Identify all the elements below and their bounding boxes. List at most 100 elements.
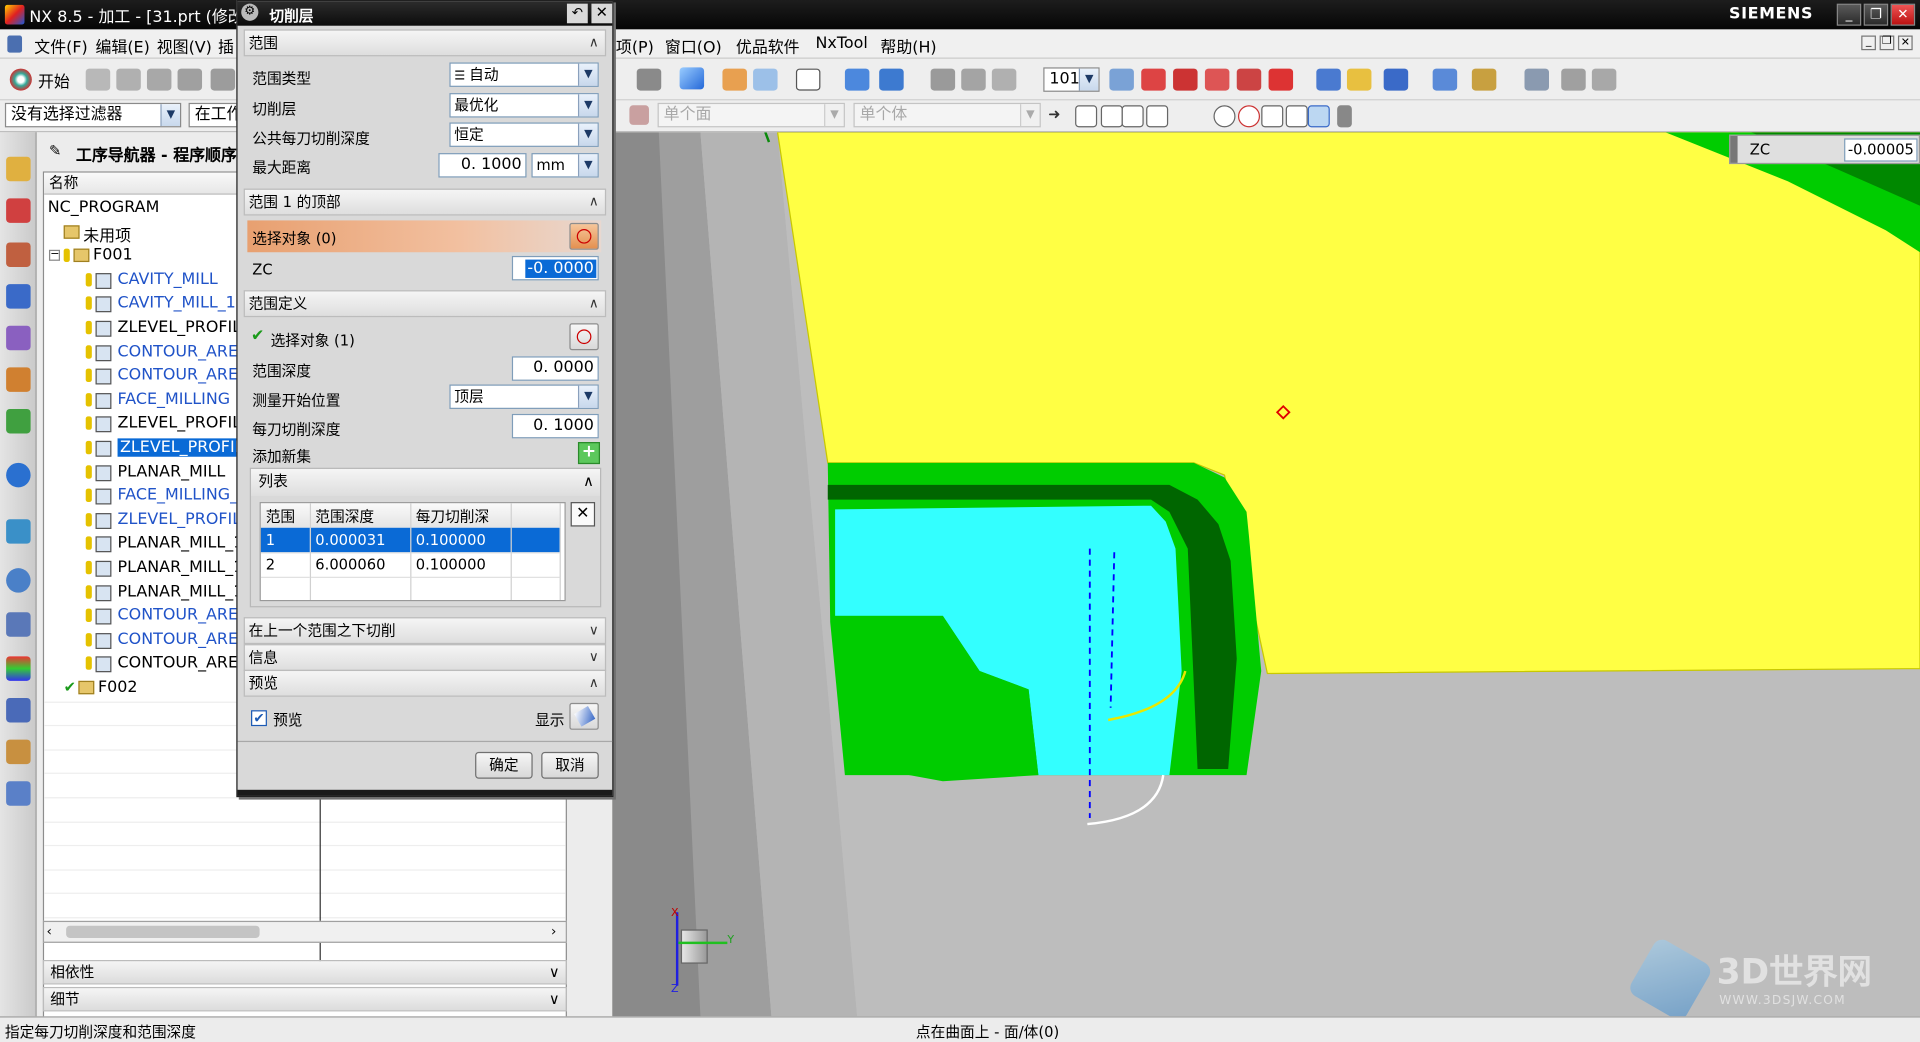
menu-options[interactable]: 项(P) xyxy=(616,34,654,57)
cube-view-icon[interactable] xyxy=(679,67,705,90)
paint-icon[interactable] xyxy=(722,68,747,91)
snap-midpoint-icon[interactable] xyxy=(1146,105,1169,128)
window-frame-icon[interactable] xyxy=(795,68,821,91)
process-studio-icon[interactable] xyxy=(6,612,31,637)
wcs-icon-4[interactable] xyxy=(1236,68,1262,91)
collapse-icon[interactable]: − xyxy=(48,249,61,262)
ruler-icon[interactable] xyxy=(1471,68,1497,91)
range-depth-input[interactable]: 0. 0000 xyxy=(511,356,599,381)
list-header[interactable]: 列表 ∧ xyxy=(251,468,601,496)
layer-icon[interactable] xyxy=(1109,68,1134,91)
history-palette-icon[interactable] xyxy=(6,519,31,544)
menu-insert[interactable]: 插 xyxy=(218,34,234,57)
zc-value-field[interactable]: -0.00005 xyxy=(1844,138,1918,162)
preview-checkbox[interactable]: ✔ xyxy=(251,710,267,727)
new-file-icon[interactable] xyxy=(85,68,111,91)
analysis-icon-1[interactable] xyxy=(1524,68,1549,91)
graphics-window[interactable]: X Y Z ZC -0.00005 3D世界网 WWW.3DSJW.COM xyxy=(612,132,1920,1017)
info-section-header[interactable]: 信息 ∨ xyxy=(243,644,607,672)
table-column-header[interactable]: 范围深度 xyxy=(309,503,411,528)
select-arrow-icon[interactable] xyxy=(753,68,778,91)
clock-icon[interactable] xyxy=(6,568,31,593)
zc-input[interactable]: -0. 0000 xyxy=(511,255,599,281)
minimize-button[interactable]: _ xyxy=(1836,3,1862,26)
restore-button[interactable]: ❐ xyxy=(1863,3,1889,26)
select-object-button[interactable] xyxy=(569,222,599,250)
machine-tool-icon[interactable] xyxy=(6,325,31,351)
tool-icon-1[interactable] xyxy=(636,68,662,91)
web-browser-icon[interactable] xyxy=(6,462,31,488)
range-definition-section-header[interactable]: 范围定义 ∧ xyxy=(243,290,607,318)
roles-icon[interactable] xyxy=(6,739,31,765)
body-rule-combo[interactable]: 单个体 ▼ xyxy=(853,102,1041,128)
face-rule-combo[interactable]: 单个面 ▼ xyxy=(657,102,845,128)
measure-icon[interactable] xyxy=(1432,68,1458,91)
cut-below-section-header[interactable]: 在上一个范围之下切削 ∨ xyxy=(243,617,607,645)
hd3d-tools-icon[interactable] xyxy=(6,408,31,434)
doc-restore-button[interactable]: ❐ xyxy=(1879,35,1895,51)
analysis-icon-2[interactable] xyxy=(1561,68,1586,91)
constraint-navigator-icon[interactable] xyxy=(6,198,31,223)
snap-icon-3[interactable] xyxy=(1383,68,1409,91)
grip-handle[interactable] xyxy=(1730,135,1738,163)
menu-help[interactable]: 帮助(H) xyxy=(880,34,936,57)
doc-close-button[interactable]: ✕ xyxy=(1897,35,1913,51)
snap-quadrant-icon[interactable] xyxy=(1237,105,1261,128)
shaded-icon-3[interactable] xyxy=(991,68,1017,91)
doc-minimize-button[interactable]: _ xyxy=(1861,35,1876,51)
show-button[interactable] xyxy=(569,702,599,730)
shaded-icon-2[interactable] xyxy=(961,68,986,91)
gear-icon[interactable]: ⚙ xyxy=(241,3,259,21)
table-column-header[interactable]: 范围 xyxy=(260,503,311,528)
wcs-icon-1[interactable] xyxy=(1141,68,1166,91)
open-file-icon[interactable] xyxy=(116,68,141,91)
table-column-header[interactable]: 每刀切削深 xyxy=(410,503,512,528)
analysis-icon-3[interactable] xyxy=(1591,68,1617,91)
range-top-section-header[interactable]: 范围 1 的顶部 ∧ xyxy=(243,188,607,216)
reset-button[interactable]: ↶ xyxy=(566,3,588,24)
menu-edit[interactable]: 编辑(E) xyxy=(96,34,150,57)
delete-range-button[interactable]: ✕ xyxy=(570,502,596,527)
selection-scope-combo[interactable]: 在工作 xyxy=(188,102,238,128)
wcs-icon-3[interactable] xyxy=(1204,68,1230,91)
close-window-button[interactable]: ✕ xyxy=(1890,3,1916,26)
save-icon[interactable] xyxy=(146,68,172,91)
horizontal-scrollbar[interactable]: ‹ › xyxy=(42,920,567,943)
cut-layer-select[interactable]: 最优化 ▼ xyxy=(449,93,599,118)
start-button[interactable]: 开始 xyxy=(5,66,78,93)
snap-center-icon[interactable] xyxy=(1213,105,1236,128)
unit-select[interactable]: mm ▼ xyxy=(531,153,599,178)
depth-per-cut-input[interactable]: 0. 1000 xyxy=(511,413,599,439)
add-new-set-button[interactable]: + xyxy=(577,442,601,465)
shaded-icon-1[interactable] xyxy=(930,68,956,91)
range-type-select[interactable]: ☰ 自动 ▼ xyxy=(449,62,599,87)
layer-number-combo[interactable]: 101 ▼ xyxy=(1043,67,1100,92)
max-distance-input[interactable]: 0. 1000 xyxy=(438,153,527,178)
pin-icon[interactable]: ✎ xyxy=(49,142,61,159)
cancel-button[interactable]: 取消 xyxy=(541,751,599,779)
menu-file[interactable]: 文件(F) xyxy=(34,34,87,57)
table-row[interactable]: 2 6.000060 0.100000 xyxy=(260,552,561,577)
scroll-thumb[interactable] xyxy=(66,925,260,938)
wcs-icon-5[interactable] xyxy=(1268,68,1294,91)
menu-view[interactable]: 视图(V) xyxy=(157,34,212,57)
model-viewport[interactable] xyxy=(612,132,1920,1017)
dependency-panel[interactable]: 相依性 ∨ xyxy=(42,960,567,985)
part-navigator-icon[interactable] xyxy=(6,242,31,267)
cut-icon[interactable] xyxy=(210,68,236,91)
manufacturing-wizard-icon[interactable] xyxy=(6,697,31,723)
menu-youpin[interactable]: 优品软件 xyxy=(736,34,800,57)
snap-point-icon-2[interactable] xyxy=(1100,105,1123,128)
select-object-row-active[interactable]: 选择对象 (0) xyxy=(247,220,602,253)
ok-button[interactable]: 确定 xyxy=(475,751,533,779)
assembly-navigator-icon[interactable] xyxy=(6,156,31,182)
range-select-object-button[interactable] xyxy=(569,323,599,351)
snap-icon-2[interactable] xyxy=(1346,68,1372,91)
selection-filter-combo[interactable]: 没有选择过滤器 ▼ xyxy=(4,102,182,128)
snap-intersect-icon[interactable] xyxy=(1261,105,1284,128)
system-scenes-icon[interactable] xyxy=(6,781,31,806)
wcs-icon-2[interactable] xyxy=(1173,68,1198,91)
arrow-right-icon[interactable]: ➜ xyxy=(1048,105,1060,122)
operation-navigator-icon[interactable] xyxy=(6,284,31,309)
filter-icon[interactable] xyxy=(629,105,649,125)
